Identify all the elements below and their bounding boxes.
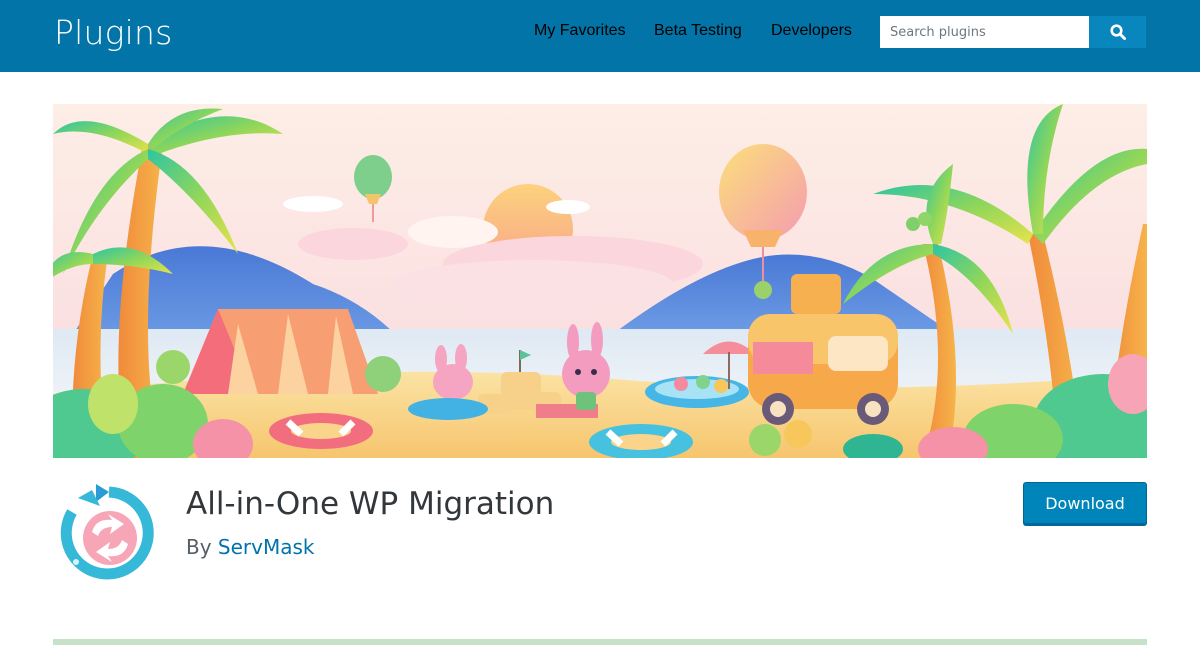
plugin-title: All-in-One WP Migration xyxy=(186,486,555,522)
plugin-banner xyxy=(53,104,1147,458)
search-icon xyxy=(1109,24,1126,40)
plugin-icon xyxy=(56,480,162,586)
notice-strip xyxy=(53,639,1147,645)
nav-beta-testing[interactable]: Beta Testing xyxy=(654,22,742,40)
plugin-search-form xyxy=(880,16,1146,48)
search-button[interactable] xyxy=(1089,16,1146,48)
nav-my-favorites[interactable]: My Favorites xyxy=(534,22,626,40)
migration-arrows-icon xyxy=(60,484,154,580)
byline-prefix: By xyxy=(186,535,218,559)
author-link[interactable]: ServMask xyxy=(218,535,315,559)
banner-illustration xyxy=(53,104,1147,458)
plugins-home-link[interactable]: Plugins xyxy=(54,13,172,52)
search-input[interactable] xyxy=(880,16,1089,48)
download-button[interactable]: Download xyxy=(1023,482,1147,524)
nav-developers[interactable]: Developers xyxy=(771,22,852,40)
site-header: Plugins My Favorites Beta Testing Develo… xyxy=(0,0,1200,72)
plugin-byline: By ServMask xyxy=(186,535,315,559)
